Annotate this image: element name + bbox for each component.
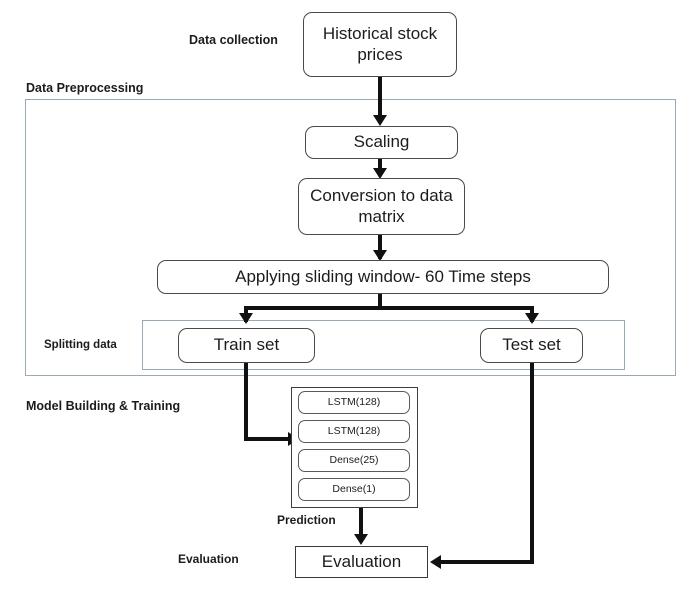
model-layer-dense-25[interactable]: Dense(25) [298, 449, 410, 472]
node-test-set[interactable]: Test set [480, 328, 583, 363]
node-train-set[interactable]: Train set [178, 328, 315, 363]
phase-label-data-preprocessing: Data Preprocessing [26, 81, 144, 95]
connector-source-to-scaling [378, 77, 382, 119]
flowchart-canvas: Data collection Data Preprocessing Split… [0, 0, 700, 593]
connector-test-set-to-evaluation [441, 560, 534, 564]
arrowhead-split-to-test-set-icon [525, 313, 539, 324]
phase-label-evaluation: Evaluation [178, 552, 239, 566]
arrowhead-model-to-evaluation-icon [354, 534, 368, 545]
connector-split-bus [244, 306, 534, 310]
node-scaling[interactable]: Scaling [305, 126, 458, 159]
node-evaluation[interactable]: Evaluation [295, 546, 428, 578]
node-conversion-to-data-matrix[interactable]: Conversion to data matrix [298, 178, 465, 235]
node-applying-sliding-window[interactable]: Applying sliding window- 60 Time steps [157, 260, 609, 294]
model-layer-lstm-2[interactable]: LSTM(128) [298, 420, 410, 443]
arrowhead-split-to-train-set-icon [239, 313, 253, 324]
connector-test-set-down [530, 363, 534, 563]
arrowhead-test-set-to-evaluation-icon [430, 555, 441, 569]
model-layer-dense-1[interactable]: Dense(1) [298, 478, 410, 501]
phase-label-model-building: Model Building & Training [26, 399, 181, 413]
node-historical-stock-prices[interactable]: Historical stock prices [303, 12, 457, 77]
arrowhead-source-to-scaling-icon [373, 115, 387, 126]
model-layer-lstm-1[interactable]: LSTM(128) [298, 391, 410, 414]
phase-label-prediction: Prediction [277, 513, 336, 527]
phase-label-data-collection: Data collection [189, 33, 278, 47]
connector-train-set-down [244, 363, 248, 441]
